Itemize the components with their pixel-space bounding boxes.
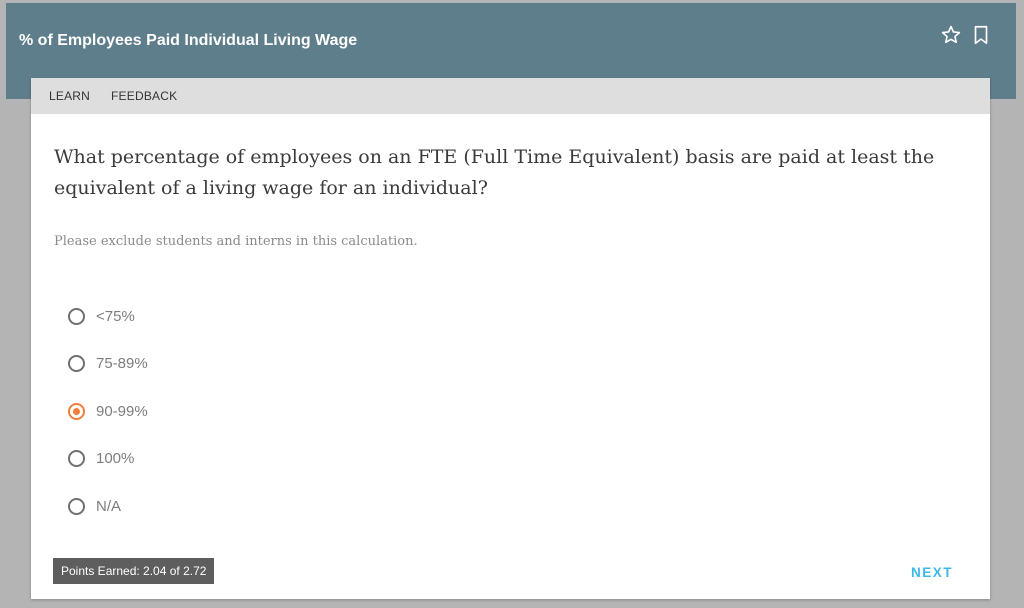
option-less-than-75[interactable]: <75%	[68, 304, 148, 328]
option-100[interactable]: 100%	[68, 447, 148, 471]
option-label: 100%	[96, 450, 135, 467]
radio-button[interactable]	[68, 497, 85, 515]
question-hint: Please exclude students and interns in t…	[54, 234, 418, 249]
option-label: 75-89%	[96, 355, 148, 372]
option-label: 90-99%	[96, 402, 148, 420]
tab-feedback[interactable]: FEEDBACK	[111, 89, 177, 103]
radio-button[interactable]	[68, 307, 85, 325]
points-earned-badge: Points Earned: 2.04 of 2.72	[53, 558, 215, 584]
answer-options: <75% 75-89% 90-99% 100% N/A	[68, 304, 148, 542]
bookmark-icon[interactable]	[970, 24, 992, 46]
radio-button[interactable]	[68, 450, 85, 467]
question-card: LEARN FEEDBACK What percentage of employ…	[31, 78, 990, 599]
tab-bar: LEARN FEEDBACK	[31, 78, 990, 114]
option-na[interactable]: N/A	[68, 494, 148, 518]
radio-button[interactable]	[68, 355, 85, 372]
option-label: N/A	[96, 497, 122, 515]
tab-learn[interactable]: LEARN	[49, 89, 90, 103]
star-icon[interactable]	[940, 24, 962, 46]
question-text: What percentage of employees on an FTE (…	[54, 146, 935, 199]
option-75-89[interactable]: 75-89%	[68, 352, 148, 376]
option-label: <75%	[96, 307, 135, 325]
next-button[interactable]: NEXT	[911, 565, 953, 580]
radio-button-selected[interactable]	[68, 402, 85, 420]
page-title: % of Employees Paid Individual Living Wa…	[19, 32, 358, 49]
header-actions	[940, 24, 992, 46]
option-90-99[interactable]: 90-99%	[68, 399, 148, 423]
